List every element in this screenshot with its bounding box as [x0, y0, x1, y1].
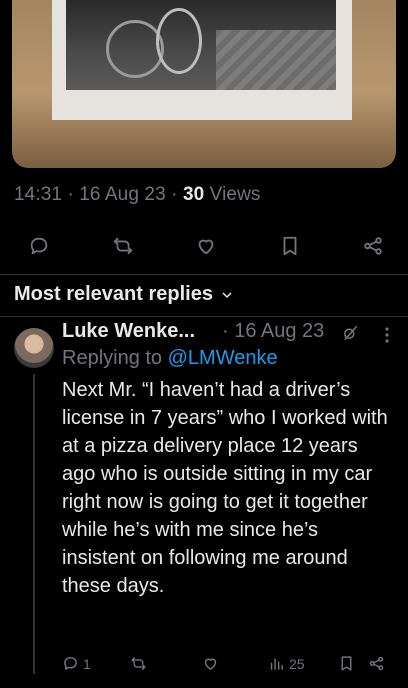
views-count: 30 — [182, 184, 205, 205]
like-icon — [198, 239, 214, 254]
thread-line — [33, 374, 35, 674]
retweet-button[interactable] — [112, 235, 134, 262]
reply-author-name[interactable]: Luke Wenke... — [62, 320, 195, 343]
bookmark-button[interactable] — [279, 235, 301, 262]
chevron-down-icon — [222, 291, 232, 298]
poster-photo — [66, 0, 336, 90]
replying-to: Replying to @LMWenke — [62, 347, 278, 370]
separator-dot: · — [222, 320, 235, 342]
analytics-icon — [270, 658, 283, 670]
reply-action-bar: 1 25 — [62, 655, 392, 677]
replying-to-handle[interactable]: @LMWenke — [168, 347, 278, 369]
like-button[interactable] — [195, 235, 217, 262]
reply-icon — [30, 237, 48, 254]
tweet-date[interactable]: 16 Aug 23 — [79, 184, 165, 205]
divider — [0, 316, 408, 317]
reply-bookmark-button[interactable] — [338, 655, 355, 672]
tweet-action-bar — [0, 230, 408, 266]
retweet-icon — [113, 237, 132, 254]
separator-dot: · — [67, 184, 80, 205]
reply-views-count: 25 — [289, 655, 305, 672]
paving — [216, 30, 336, 90]
reply-time[interactable]: · 16 Aug 23 — [222, 320, 324, 343]
reply-retweet-button[interactable] — [130, 655, 147, 672]
wheelchair-wheel — [156, 8, 202, 74]
share-icon — [369, 656, 384, 671]
reply-date[interactable]: 16 Aug 23 — [234, 320, 324, 342]
share-icon — [364, 236, 382, 255]
grok-icon[interactable] — [341, 324, 359, 342]
reply-count: 1 — [83, 655, 91, 672]
tweet-time[interactable]: 14:31 — [14, 184, 62, 205]
reply-views-button[interactable]: 25 — [268, 655, 305, 672]
bookmark-icon — [283, 236, 296, 255]
reply-icon — [64, 657, 77, 670]
replies-sort-dropdown[interactable]: Most relevant replies — [14, 283, 235, 306]
share-button[interactable] — [362, 235, 384, 262]
replying-to-prefix: Replying to — [62, 347, 163, 369]
poster-paper — [52, 0, 352, 120]
retweet-icon — [131, 657, 146, 670]
separator-dot: · — [171, 184, 183, 205]
replies-sort-label: Most relevant replies — [14, 283, 213, 305]
reply-body-text: Next Mr. “I haven’t had a driver’s licen… — [62, 379, 388, 597]
wheelchair-wheel — [106, 20, 164, 78]
reply-share-button[interactable] — [368, 655, 385, 672]
reply-like-button[interactable] — [202, 655, 219, 672]
avatar[interactable] — [14, 328, 54, 368]
tweet-meta: 14:31 · 16 Aug 23 · 30 Views — [14, 184, 261, 206]
like-icon — [204, 658, 217, 670]
bookmark-icon — [341, 656, 352, 671]
divider — [0, 274, 408, 275]
views-label: Views — [209, 184, 261, 205]
reply-button[interactable] — [28, 235, 50, 262]
reply-reply-button[interactable]: 1 — [62, 655, 91, 672]
more-icon[interactable] — [380, 326, 394, 344]
tweet-media-image[interactable] — [12, 0, 396, 168]
